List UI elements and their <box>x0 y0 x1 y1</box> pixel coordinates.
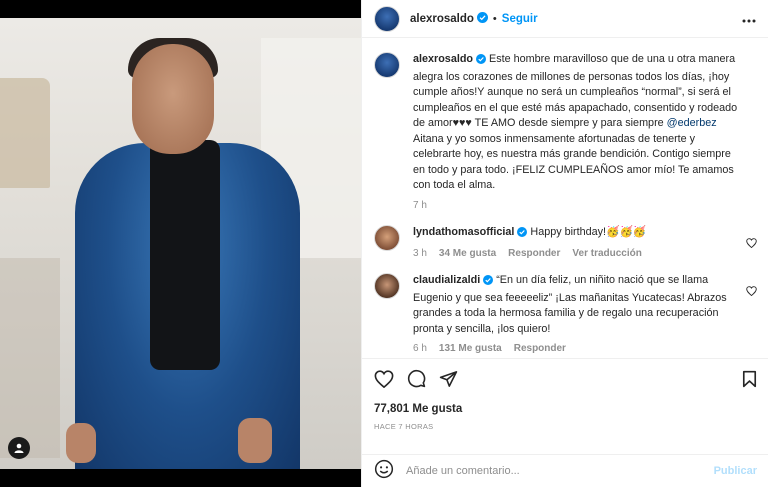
caption-text-continued: Aitana y yo somos inmensamente afortunad… <box>413 132 734 192</box>
heart-icon[interactable] <box>746 235 757 253</box>
user-tag-icon[interactable] <box>8 437 30 459</box>
comment-input[interactable]: Añade un comentario... <box>406 465 714 477</box>
post-header: alexrosaldo • Seguir <box>362 0 768 38</box>
person-hand-right <box>238 418 272 463</box>
likes-count[interactable]: 77,801 Me gusta <box>374 403 757 415</box>
verified-badge-icon <box>476 10 488 28</box>
comments-list[interactable]: alexrosaldo Este hombre maravilloso que … <box>362 38 768 356</box>
mention-link[interactable]: @ederbez <box>667 117 717 129</box>
caption: alexrosaldo Este hombre maravilloso que … <box>374 52 757 211</box>
share-icon[interactable] <box>439 370 458 393</box>
header-separator: • <box>492 12 497 25</box>
add-comment-bar: Añade un comentario... Publicar <box>362 454 768 487</box>
list-item: lyndathomasofficial Happy birthday!🥳🥳🥳 3… <box>374 224 757 259</box>
emoji-icon[interactable] <box>374 459 394 484</box>
post-timestamp[interactable]: HACE 7 HORAS <box>374 422 757 431</box>
header-username[interactable]: alexrosaldo <box>410 13 474 25</box>
caption-time: 7 h <box>413 199 427 211</box>
post-panel: alexrosaldo • Seguir alexrosaldo Este ho… <box>361 0 768 487</box>
person-shirt <box>150 140 220 370</box>
post-photo[interactable] <box>0 0 361 487</box>
more-icon[interactable] <box>742 10 756 28</box>
publish-button[interactable]: Publicar <box>714 465 757 477</box>
person-head <box>132 44 214 154</box>
caption-username[interactable]: alexrosaldo <box>413 53 473 65</box>
verified-badge-icon <box>517 226 528 243</box>
comment-time[interactable]: 6 h <box>413 343 427 354</box>
heart-icon[interactable] <box>374 369 394 393</box>
reply-button[interactable]: Responder <box>508 248 560 259</box>
translate-button[interactable]: Ver traducción <box>572 248 641 259</box>
post-actions: 77,801 Me gusta HACE 7 HORAS <box>362 358 768 454</box>
verified-badge-icon <box>476 54 487 70</box>
avatar[interactable] <box>374 5 400 32</box>
list-item: claudializaldi “En un día feliz, un niñi… <box>374 273 757 354</box>
follow-button[interactable]: Seguir <box>502 13 538 25</box>
verified-badge-icon <box>483 275 494 291</box>
comment-icon[interactable] <box>407 369 426 393</box>
comment-likes[interactable]: 131 Me gusta <box>439 343 502 354</box>
comment-likes[interactable]: 34 Me gusta <box>439 248 496 259</box>
avatar[interactable] <box>374 224 400 251</box>
background-shelf <box>0 258 60 458</box>
avatar[interactable] <box>374 52 400 78</box>
comment-username[interactable]: lyndathomasofficial <box>413 226 514 238</box>
background-lamp <box>0 78 50 188</box>
bookmark-icon[interactable] <box>742 370 757 393</box>
photo-image <box>0 18 361 469</box>
comment-username[interactable]: claudializaldi <box>413 274 480 286</box>
reply-button[interactable]: Responder <box>514 343 566 354</box>
avatar[interactable] <box>374 273 400 299</box>
comment-time[interactable]: 3 h <box>413 248 427 259</box>
comment-text: Happy birthday!🥳🥳🥳 <box>530 225 647 238</box>
person-hand-left <box>66 423 96 463</box>
heart-icon[interactable] <box>746 283 757 301</box>
